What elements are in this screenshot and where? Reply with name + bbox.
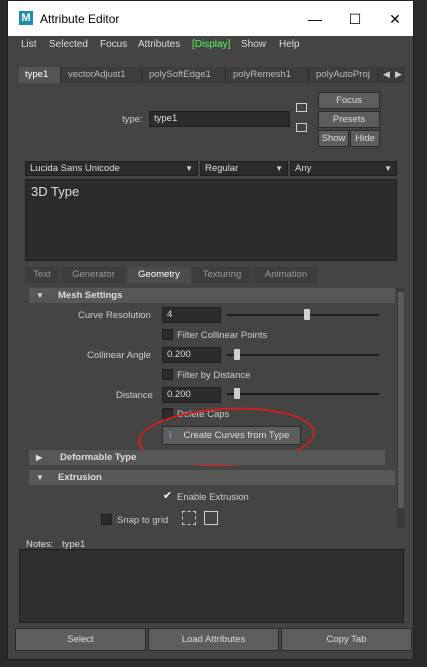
collinear-angle-slider[interactable] xyxy=(227,354,379,356)
extrusion-header[interactable]: ▼ Extrusion xyxy=(29,470,395,485)
node-tab-strip: type1 vectorAdjust1 polySoftEdge1 polyRe… xyxy=(19,67,405,83)
node-tab-polysoftedge1[interactable]: polySoftEdge1 xyxy=(143,67,226,83)
attribute-editor-window: M Attribute Editor — ☐ ✕ List Selected F… xyxy=(7,0,414,660)
tab-texturing[interactable]: Texturing xyxy=(192,267,252,283)
image-snap-icon[interactable] xyxy=(204,511,218,525)
enable-extrusion-checkbox[interactable]: ✔ xyxy=(162,491,173,502)
tab-text[interactable]: Text xyxy=(25,267,59,283)
menu-selected[interactable]: Selected xyxy=(49,39,88,50)
menu-show[interactable]: Show xyxy=(241,39,266,50)
tabs-left-arrow-icon[interactable]: ◀ xyxy=(383,69,390,80)
chevron-down-icon: ▼ xyxy=(275,164,283,173)
title-bar: M Attribute Editor — ☐ ✕ xyxy=(8,1,413,36)
filter-collinear-checkbox[interactable] xyxy=(162,329,173,340)
collinear-angle-field[interactable]: 0.200 xyxy=(162,347,221,363)
distance-slider-handle[interactable] xyxy=(233,388,240,399)
tab-animation[interactable]: Animation xyxy=(254,267,318,283)
snap-to-grid-checkbox[interactable] xyxy=(101,514,112,525)
load-attributes-button[interactable]: Load Attributes xyxy=(148,628,279,651)
hide-button[interactable]: Hide xyxy=(350,130,380,147)
expand-triangle-icon: ▶ xyxy=(36,453,43,462)
distance-field[interactable]: 0.200 xyxy=(162,387,221,403)
deformable-type-header[interactable]: ▶ Deformable Type xyxy=(29,450,385,465)
collapse-triangle-icon: ▼ xyxy=(36,473,44,482)
type-name-field[interactable]: type1 xyxy=(149,111,290,127)
font-family-value: Lucida Sans Unicode xyxy=(30,163,120,174)
curve-resolution-slider-handle[interactable] xyxy=(304,309,310,320)
notes-textarea[interactable] xyxy=(19,549,404,623)
type-label: type: xyxy=(122,114,143,125)
node-tab-type1[interactable]: type1 xyxy=(19,67,61,83)
select-button[interactable]: Select xyxy=(15,628,146,651)
show-button[interactable]: Show xyxy=(318,130,349,147)
menu-attributes[interactable]: Attributes xyxy=(138,39,180,50)
enable-extrusion-label: Enable Extrusion xyxy=(177,492,249,503)
focus-button[interactable]: Focus xyxy=(318,92,380,109)
mesh-settings-title: Mesh Settings xyxy=(58,290,123,301)
create-curves-from-type-button[interactable]: ⌇ Create Curves from Type xyxy=(162,426,301,445)
tab-geometry[interactable]: Geometry xyxy=(128,267,190,283)
snap-to-grid-label: Snap to grid xyxy=(117,515,169,526)
vertical-scrollbar[interactable] xyxy=(397,288,405,528)
node-tab-polyremesh1[interactable]: polyRemesh1 xyxy=(227,67,309,83)
node-tab-polyautoproj[interactable]: polyAutoProj xyxy=(310,67,378,83)
chevron-down-icon: ▼ xyxy=(185,164,193,173)
curve-resolution-slider[interactable] xyxy=(227,314,379,316)
delete-caps-label: Delete Caps xyxy=(177,409,230,420)
collinear-angle-label: Collinear Angle xyxy=(87,350,151,361)
mesh-settings-header[interactable]: ▼ Mesh Settings xyxy=(29,288,395,303)
extrusion-title: Extrusion xyxy=(58,472,102,483)
distance-slider[interactable] xyxy=(227,393,379,395)
maya-app-icon: M xyxy=(19,11,33,25)
minimize-button[interactable]: — xyxy=(303,9,327,29)
font-family-dropdown[interactable]: Lucida Sans Unicode ▼ xyxy=(25,161,198,176)
filter-distance-checkbox[interactable] xyxy=(162,369,173,380)
node-tab-vectoradjust1[interactable]: vectorAdjust1 xyxy=(62,67,142,83)
copy-tab-button[interactable]: Copy Tab xyxy=(281,628,412,651)
menu-list[interactable]: List xyxy=(21,39,37,50)
chevron-down-icon: ▼ xyxy=(384,164,392,173)
distance-label: Distance xyxy=(116,390,153,401)
tabs-right-arrow-icon[interactable]: ▶ xyxy=(395,69,402,80)
menu-help[interactable]: Help xyxy=(279,39,300,50)
curve-resolution-label: Curve Resolution xyxy=(78,310,151,321)
filter-collinear-label: Filter Collinear Points xyxy=(177,330,268,341)
delete-caps-checkbox[interactable] xyxy=(162,408,173,419)
font-style-dropdown[interactable]: Regular ▼ xyxy=(200,161,288,176)
collinear-angle-slider-handle[interactable] xyxy=(233,349,240,360)
create-curves-label: Create Curves from Type xyxy=(183,430,290,441)
tab-generator[interactable]: Generator xyxy=(61,267,126,283)
filter-distance-label: Filter by Distance xyxy=(177,370,251,381)
deformable-type-title: Deformable Type xyxy=(60,452,137,463)
menu-display[interactable]: [Display] xyxy=(192,39,230,50)
curves-icon: ⌇ xyxy=(168,430,173,440)
grid-snap-icon[interactable] xyxy=(182,511,196,525)
menu-focus[interactable]: Focus xyxy=(100,39,127,50)
curve-resolution-field[interactable]: 4 xyxy=(162,307,221,323)
font-style-value: Regular xyxy=(205,163,239,174)
scrollbar-thumb[interactable] xyxy=(398,292,404,508)
collapse-triangle-icon: ▼ xyxy=(36,291,44,300)
menu-bar: List Selected Focus Attributes [Display]… xyxy=(8,36,413,56)
select-node-icon[interactable] xyxy=(296,103,307,112)
input-output-icon[interactable] xyxy=(296,123,307,132)
maximize-button[interactable]: ☐ xyxy=(343,9,367,29)
type-text-input[interactable]: 3D Type xyxy=(25,179,397,261)
presets-button[interactable]: Presets xyxy=(318,111,380,128)
font-script-dropdown[interactable]: Any ▼ xyxy=(290,161,397,176)
font-script-value: Any xyxy=(295,163,312,174)
window-title: Attribute Editor xyxy=(40,12,120,26)
close-button[interactable]: ✕ xyxy=(383,9,407,29)
